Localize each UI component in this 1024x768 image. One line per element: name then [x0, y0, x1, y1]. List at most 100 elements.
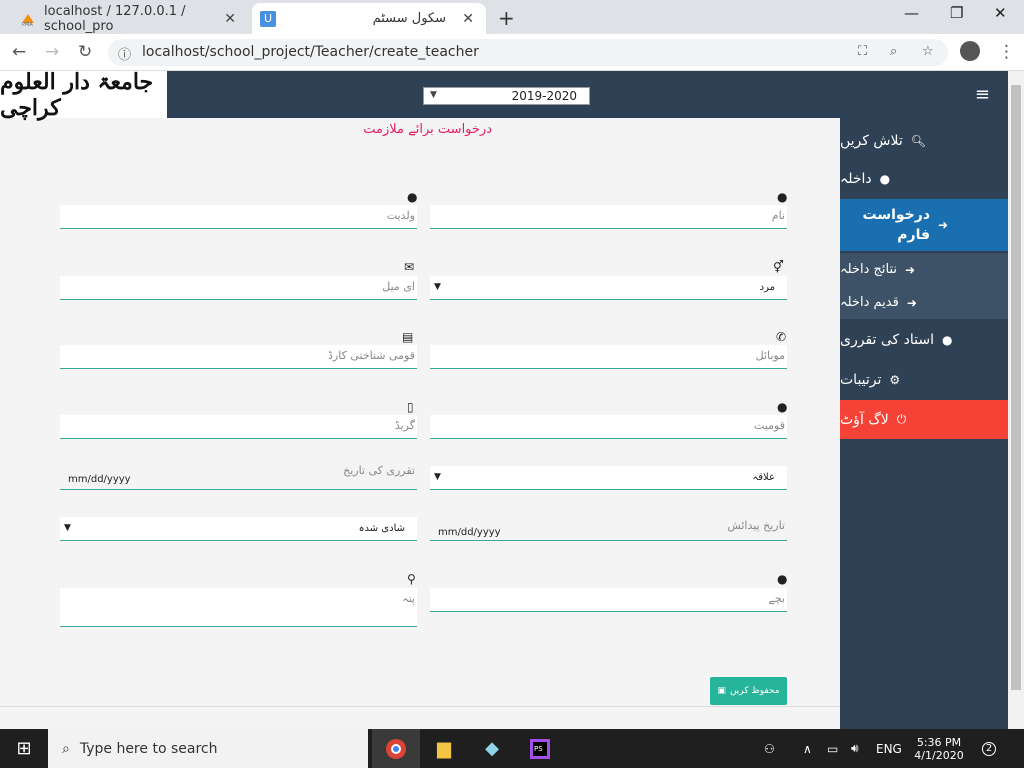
sidebar-item-label: داخلہ	[840, 171, 872, 187]
mobile-placeholder: موبائل	[755, 349, 785, 362]
envelope-icon: ✉	[404, 260, 415, 274]
phone-icon: ✆	[776, 330, 787, 344]
date: 4/1/2020	[914, 748, 964, 762]
volume-icon[interactable]: 🔊︎	[851, 729, 859, 768]
translate-icon[interactable]: ⛶	[858, 44, 867, 59]
language-indicator[interactable]: ENG	[876, 729, 902, 768]
restore-icon[interactable]: ❐	[950, 4, 963, 22]
appointment-date-placeholder: تقرری کی تاریخ	[343, 464, 415, 477]
father-placeholder: ولدیت	[386, 209, 415, 222]
forward-icon[interactable]: →	[45, 42, 59, 62]
taskbar-search[interactable]: ⌕ Type here to search	[48, 729, 368, 768]
svg-text:PS: PS	[534, 745, 543, 753]
hamburger-icon[interactable]: ≡	[975, 84, 990, 105]
avatar[interactable]	[960, 41, 980, 61]
tab-school-system[interactable]: U سکول سسٹم ✕	[252, 3, 486, 34]
sidebar-item-label: نتائج داخلہ	[840, 262, 898, 277]
father-name-field[interactable]: ولدیت	[60, 205, 417, 229]
tab-phpmyadmin[interactable]: PMA localhost / 127.0.0.1 / school_pro ✕	[10, 3, 248, 34]
year-select[interactable]: ▼ 2019-2020	[423, 87, 590, 105]
file-explorer-icon[interactable]: ▆	[420, 729, 468, 768]
svg-text:PMA: PMA	[22, 22, 33, 27]
dob-field[interactable]: تاریخ پیدائش mm/dd/yyyy	[430, 517, 787, 541]
name-field[interactable]: نام	[430, 205, 787, 229]
close-icon[interactable]: ✕	[224, 11, 236, 27]
star-icon[interactable]: ☆	[922, 44, 934, 59]
gear-icon: ⚙	[889, 373, 901, 387]
caret-down-icon: ▼	[64, 523, 71, 533]
email-field[interactable]: ای میل	[60, 276, 417, 300]
notepad-icon[interactable]: ◆	[468, 729, 516, 768]
logo: جامعۃ دار العلوم کراچی	[0, 71, 154, 121]
sidebar-item-application-form[interactable]: ➜ درخواست فارم	[840, 199, 1008, 251]
cnic-field[interactable]: قومی شناختی کارڈ	[60, 345, 417, 369]
gender-select[interactable]: ▼ مرد	[430, 276, 787, 300]
minimize-icon[interactable]: —	[904, 4, 919, 22]
close-icon[interactable]: ✕	[462, 11, 474, 27]
notification-icon[interactable]: 2	[982, 729, 996, 768]
grade-placeholder: گریڈ	[394, 419, 415, 432]
sidebar-item-teacher-appointment[interactable]: ● استاد کی تقرری	[840, 321, 1008, 359]
network-icon[interactable]: ▭	[827, 729, 838, 768]
zoom-icon[interactable]: ⌕	[890, 44, 897, 59]
tray-chevron-icon[interactable]: ∧	[803, 729, 812, 768]
people-icon[interactable]: ⚇	[764, 729, 775, 768]
chrome-icon[interactable]	[372, 729, 420, 768]
marital-status-select[interactable]: ▼ شادی شدہ	[60, 517, 417, 541]
tab-label: localhost / 127.0.0.1 / school_pro	[44, 3, 186, 34]
mobile-field[interactable]: موبائل	[430, 345, 787, 369]
arrow-circle-icon: ➜	[905, 262, 916, 277]
scroll-thumb[interactable]	[1011, 85, 1021, 690]
user-icon: ●	[777, 400, 788, 414]
sidebar: 🔍︎ تلاش کریں ● داخلہ ➜ درخواست فارم ➜ نت…	[840, 118, 1008, 729]
footer-divider	[0, 706, 840, 707]
save-button[interactable]: ▣ محفوظ کریں	[710, 677, 787, 705]
reload-icon[interactable]: ↻	[78, 42, 92, 62]
save-label: محفوظ کریں	[729, 686, 780, 696]
search-icon: ⌕	[62, 740, 70, 757]
windows-start-icon[interactable]: ⊞	[0, 729, 48, 768]
new-tab-icon[interactable]: +	[498, 6, 515, 30]
nationality-field[interactable]: قومیت	[430, 415, 787, 439]
clock[interactable]: 5:36 PM 4/1/2020	[914, 729, 964, 768]
sidebar-item-old-admission[interactable]: ➜ قدیم داخلہ	[840, 286, 1008, 319]
email-placeholder: ای میل	[382, 280, 415, 293]
grade-field[interactable]: گریڈ	[60, 415, 417, 439]
marital-value: شادی شدہ	[358, 523, 405, 534]
region-select[interactable]: ▼ علاقہ	[430, 466, 787, 490]
info-icon[interactable]: ⓘ	[118, 44, 131, 63]
gender-icon: ⚥	[773, 260, 784, 274]
taskbar: ⊞ ⌕ Type here to search ▆ ◆ PS ⚇ ∧ ▭ 🔊︎ …	[0, 729, 1024, 768]
sidebar-item-settings[interactable]: ⚙ ترتیبات	[840, 361, 1008, 399]
form-title: درخواست برائے ملازمت	[363, 122, 492, 137]
appointment-date-value: mm/dd/yyyy	[68, 474, 131, 485]
u-favicon-icon: U	[260, 10, 276, 27]
user-icon: ●	[407, 190, 418, 204]
user-icon: ●	[777, 190, 788, 204]
dob-placeholder: تاریخ پیدائش	[727, 519, 785, 532]
page: جامعۃ دار العلوم کراچی ▼ 2019-2020 ≡ 🔍︎ …	[0, 71, 1008, 729]
children-field[interactable]: بچے	[430, 588, 787, 612]
user-icon: ●	[777, 572, 788, 586]
phpstorm-icon[interactable]: PS	[516, 729, 564, 768]
sidebar-item-label: قدیم داخلہ	[840, 295, 899, 310]
caret-down-icon: ▼	[434, 472, 441, 482]
scrollbar[interactable]	[1008, 71, 1024, 729]
window-close-icon[interactable]: ✕	[994, 4, 1007, 22]
region-value: علاقہ	[752, 472, 775, 483]
menu-dots-icon[interactable]: ⋮	[998, 42, 1015, 62]
sidebar-item-admission[interactable]: ● داخلہ	[840, 162, 1008, 196]
omnibox[interactable]: ⓘ localhost/school_project/Teacher/creat…	[108, 39, 948, 66]
sidebar-item-logout[interactable]: ⏻ لاگ آؤٹ	[840, 400, 1008, 439]
gender-value: مرد	[759, 282, 775, 293]
save-icon: ▣	[717, 686, 726, 696]
address-textarea[interactable]: پتہ	[60, 588, 417, 627]
appointment-date-field[interactable]: تقرری کی تاریخ mm/dd/yyyy	[60, 464, 417, 490]
id-card-icon: ▤	[402, 330, 414, 344]
logo-area: جامعۃ دار العلوم کراچی	[0, 71, 167, 121]
sidebar-item-search[interactable]: 🔍︎ تلاش کریں	[840, 124, 1008, 158]
user-icon: ●	[879, 172, 891, 186]
sidebar-item-results[interactable]: ➜ نتائج داخلہ	[840, 253, 1008, 286]
children-placeholder: بچے	[768, 592, 785, 605]
back-icon[interactable]: ←	[12, 42, 26, 62]
